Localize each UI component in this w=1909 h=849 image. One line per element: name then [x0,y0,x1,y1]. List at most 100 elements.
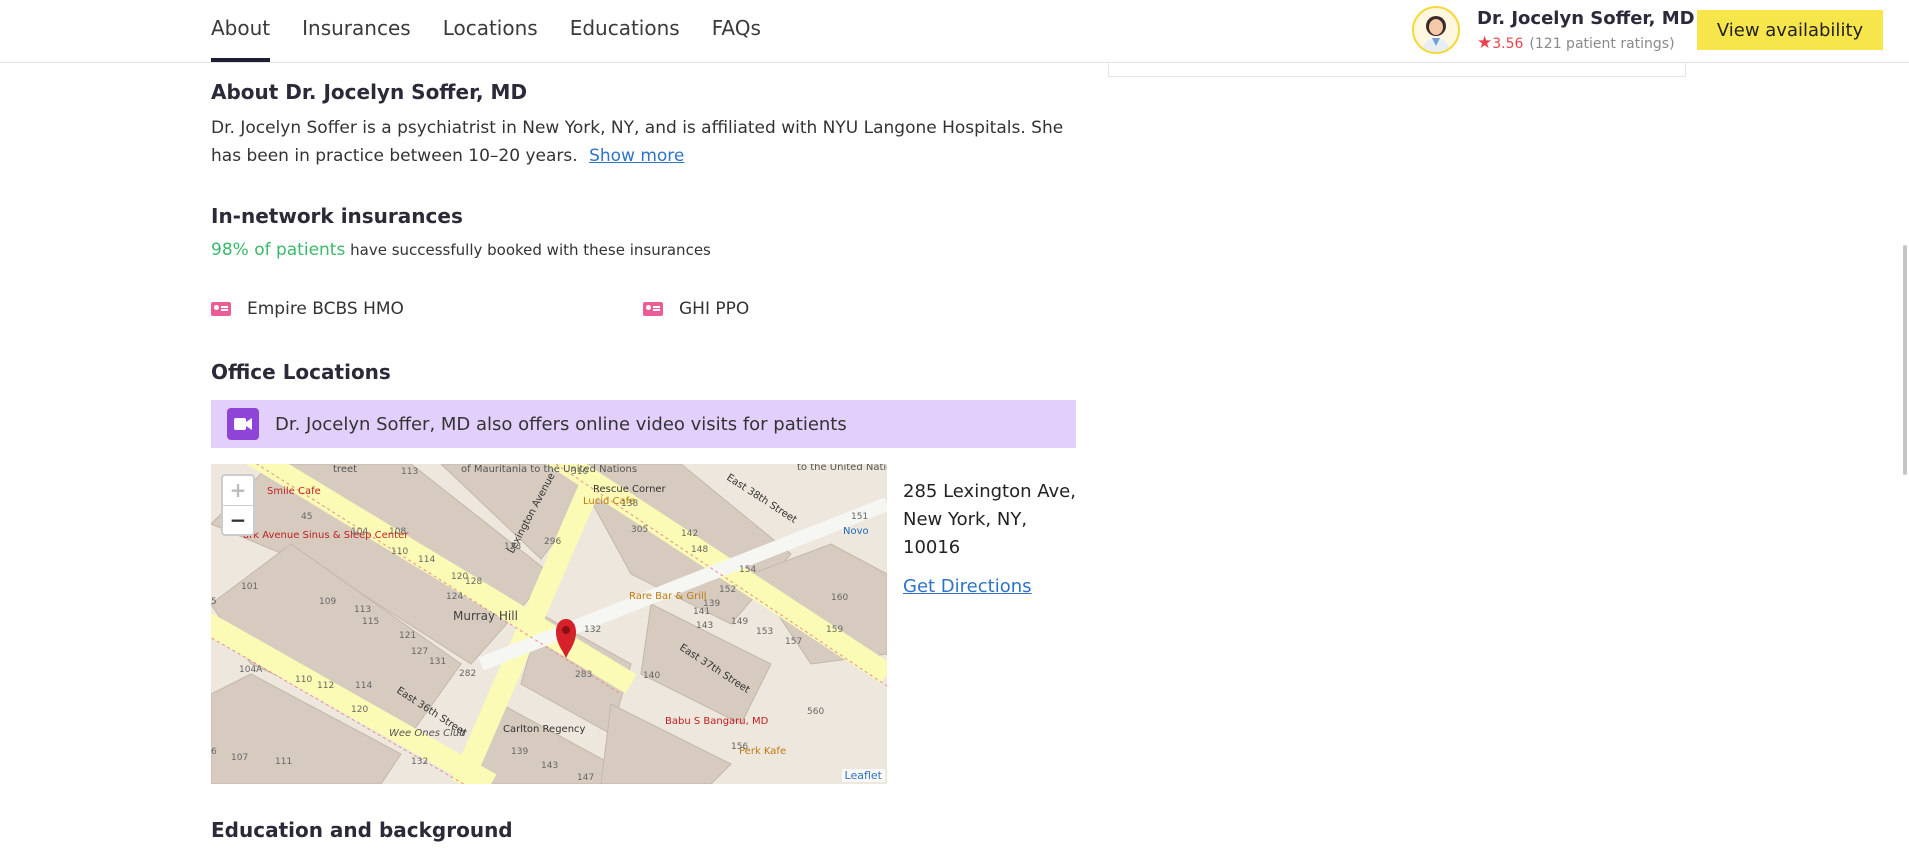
about-paragraph: Dr. Jocelyn Soffer is a psychiatrist in … [211,114,1081,170]
svg-text:ark Avenue Sinus & Sleep Cente: ark Avenue Sinus & Sleep Center [243,530,409,541]
education-heading: Education and background [211,818,513,842]
building-number: 147 [577,773,594,783]
get-directions-link[interactable]: Get Directions [903,576,1032,597]
insurance-success-line: 98% of patients have successfully booked… [211,240,711,260]
insurance-item: GHI PPO [643,299,749,319]
video-visit-banner: Dr. Jocelyn Soffer, MD also offers onlin… [211,400,1076,448]
address-line: New York, NY, [903,509,1028,530]
building-number: 104 [351,527,368,537]
sidebar-card-bottom [1108,62,1686,77]
building-number: 110 [391,547,408,557]
building-number: 108 [389,527,406,537]
building-number: 115 [362,617,379,627]
building-number: 109 [319,597,336,607]
building-number: 107 [231,753,248,763]
star-icon: ★ [1477,33,1493,53]
doctor-portrait-icon [1422,16,1450,52]
address-line: 10016 [903,537,961,558]
building-number: 127 [411,647,428,657]
insurance-card-icon [211,302,231,316]
building-number: 160 [831,593,848,603]
building-number: 310 [571,467,588,477]
map-tiles: Murray Hill Smile Cafe ark Avenue Sinus … [211,464,887,784]
svg-text:Babu S Bangaru, MD: Babu S Bangaru, MD [665,716,769,727]
rating-value: 3.56 [1492,36,1524,52]
building-number: 128 [465,577,482,587]
building-number: 156 [731,742,748,752]
svg-text:Rescue Corner: Rescue Corner [593,484,667,495]
view-availability-button[interactable]: View availability [1697,10,1883,50]
building-number: 159 [826,625,843,635]
building-number: 113 [354,605,371,615]
building-number: 113 [401,467,418,477]
building-number: 114 [355,681,372,691]
tab-faqs[interactable]: FAQs [712,0,761,62]
rating-count: (121 patient ratings) [1529,36,1675,52]
building-number: 140 [643,671,660,681]
building-number: 101 [241,582,258,592]
office-map[interactable]: Murray Hill Smile Cafe ark Avenue Sinus … [211,464,887,784]
building-number: 153 [756,627,773,637]
building-number: 152 [719,585,736,595]
building-number: 560 [807,707,824,717]
map-attribution-link[interactable]: Leaflet [841,769,885,782]
building-number: 149 [731,617,748,627]
insurance-item: Empire BCBS HMO [211,299,404,319]
building-number: 143 [541,761,558,771]
building-number: 151 [851,512,868,522]
video-camera-icon [227,408,259,440]
svg-text:Carlton Regency: Carlton Regency [503,724,586,735]
tab-educations[interactable]: Educations [570,0,680,62]
building-number: 139 [511,747,528,757]
svg-text:Smile Cafe: Smile Cafe [267,486,321,497]
video-visit-text: Dr. Jocelyn Soffer, MD also offers onlin… [275,413,847,435]
office-address: 285 Lexington Ave, New York, NY, 10016 [903,478,1083,562]
map-zoom-control: + − [221,474,255,536]
section-tabs: About Insurances Locations Educations FA… [211,0,793,62]
page-scrollbar[interactable] [1903,245,1907,475]
building-number: 138 [621,499,638,509]
building-number: 104A [239,665,263,675]
tab-locations[interactable]: Locations [443,0,538,62]
building-number: 45 [301,512,312,522]
building-number: 6 [211,747,217,757]
building-number: 124 [446,592,463,602]
building-number: 114 [418,555,435,565]
building-number: 148 [691,545,708,555]
building-number: 132 [411,757,428,767]
svg-text:Novo: Novo [843,526,869,537]
tab-about[interactable]: About [211,0,271,62]
office-locations-heading: Office Locations [211,360,391,384]
insurances-heading: In-network insurances [211,204,463,228]
success-suffix: have successfully booked with these insu… [350,241,711,259]
building-number: 123 [504,542,521,552]
building-number: 132 [584,625,601,635]
building-number: 139 [703,599,720,609]
zoom-out-button[interactable]: − [223,506,253,535]
success-percentage: 98% of patients [211,240,346,260]
doctor-rating: ★3.56 (121 patient ratings) [1477,33,1675,53]
building-number: 296 [544,537,561,547]
building-number: 154 [739,565,756,575]
building-number: 283 [575,670,592,680]
doctor-avatar [1412,6,1460,54]
building-number: 142 [681,529,698,539]
building-number: 143 [696,621,713,631]
building-number: 111 [275,757,292,767]
svg-text:treet: treet [333,464,357,475]
address-line: 285 Lexington Ave, [903,481,1076,502]
doctor-name: Dr. Jocelyn Soffer, MD [1477,8,1695,29]
zoom-in-button[interactable]: + [223,476,253,506]
building-number: 305 [631,525,648,535]
show-more-link[interactable]: Show more [589,146,684,166]
building-number: 121 [399,631,416,641]
building-number: 110 [295,675,312,685]
building-number: 131 [429,657,446,667]
insurance-name: GHI PPO [679,299,750,319]
building-number: 157 [785,637,802,647]
building-number: 120 [351,705,368,715]
tab-insurances[interactable]: Insurances [302,0,411,62]
building-number: 5 [211,597,217,607]
about-heading: About Dr. Jocelyn Soffer, MD [211,80,528,104]
svg-text:Rare Bar & Grill: Rare Bar & Grill [629,591,707,602]
